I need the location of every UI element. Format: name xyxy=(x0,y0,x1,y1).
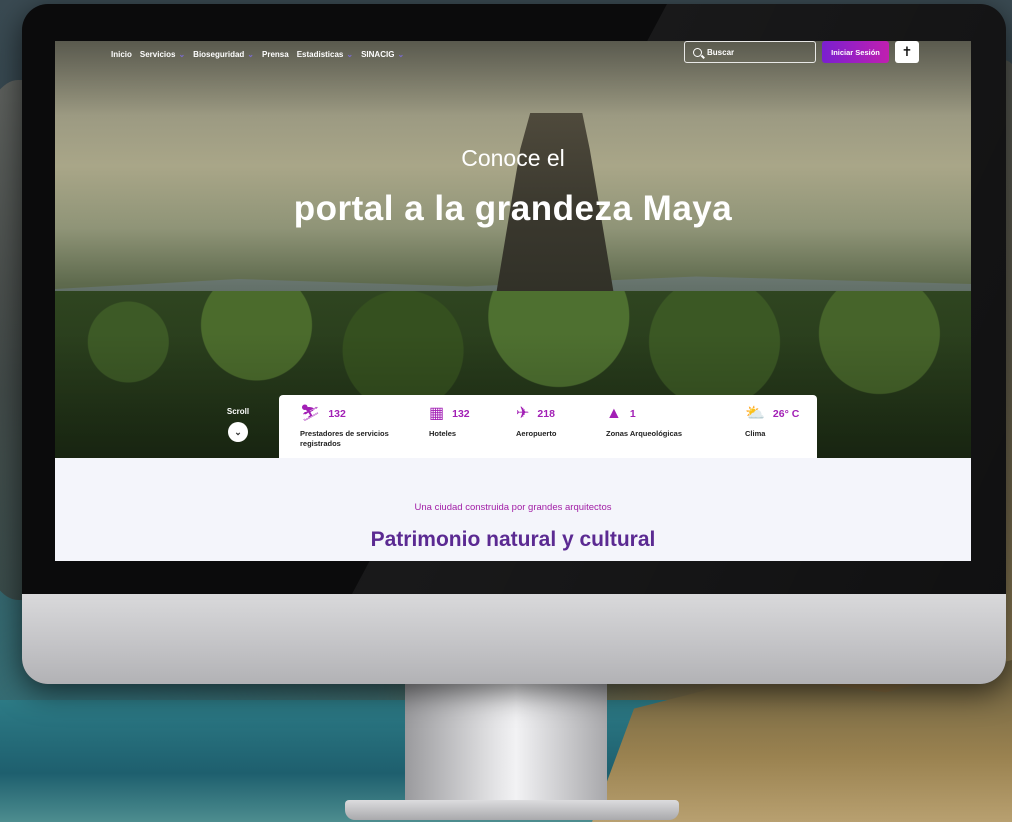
stat-label: Clima xyxy=(745,429,766,438)
hotel-building-icon: ▦ xyxy=(429,405,445,422)
hero-title: portal a la grandeza Maya xyxy=(293,189,733,228)
monitor-chin xyxy=(22,594,1006,684)
nav-item-servicios[interactable]: Servicios ⌄ xyxy=(140,50,185,59)
monitor-stand-neck xyxy=(405,684,607,808)
stat-hoteles: ▦ 132 Hoteles xyxy=(429,405,470,439)
stat-aeropuerto: ✈ 218 Aeropuerto xyxy=(516,405,556,439)
hero-subtitle: Conoce el xyxy=(461,145,565,171)
stat-clima: ⛅ 26° C Clima xyxy=(745,405,799,439)
hero-section: Inicio Servicios ⌄ Bioseguridad ⌄ Prensa E… xyxy=(55,41,971,458)
search-placeholder: Buscar xyxy=(707,47,735,57)
main-nav: Inicio Servicios ⌄ Bioseguridad ⌄ Prensa E… xyxy=(111,44,412,64)
stat-value: 1 xyxy=(629,408,636,420)
stat-label: Zonas Arqueológicas xyxy=(606,429,682,438)
stat-value: 26° C xyxy=(772,408,800,420)
chevron-down-icon: ⌄ xyxy=(178,49,186,59)
website-screen: Inicio Servicios ⌄ Bioseguridad ⌄ Prensa E… xyxy=(55,41,971,561)
nav-item-label: Estadisticas xyxy=(296,49,344,59)
stat-prestadores: ⛷ 132 Prestadores de servicios registrad… xyxy=(300,405,390,449)
stat-label: Hoteles xyxy=(429,429,457,438)
nav-item-label: Bioseguridad xyxy=(193,49,245,59)
nav-item-inicio[interactable]: Inicio xyxy=(111,50,132,59)
pyramid-icon: ▲ xyxy=(606,405,622,422)
scroll-down-button[interactable]: ⌄ xyxy=(228,422,248,442)
nav-item-sinacig[interactable]: SINACIG ⌄ xyxy=(361,50,404,59)
chevron-down-icon: ⌄ xyxy=(397,49,405,59)
section-title: Patrimonio natural y cultural xyxy=(370,528,656,551)
nav-item-bioseguridad[interactable]: Bioseguridad ⌄ xyxy=(193,50,254,59)
accessibility-person-icon: ✝ xyxy=(901,44,913,59)
search-icon xyxy=(693,47,702,57)
background-cliff xyxy=(592,660,1012,822)
login-button[interactable]: Iniciar Sesión xyxy=(822,41,889,63)
nav-item-estadisticas[interactable]: Estadisticas ⌄ xyxy=(297,50,353,59)
guide-person-icon: ⛷ xyxy=(300,405,321,422)
nav-item-label: SINACIG xyxy=(361,49,395,59)
nav-item-label: Inicio xyxy=(111,49,132,59)
monitor-stand-base xyxy=(345,800,679,820)
nav-item-label: Prensa xyxy=(262,49,289,59)
stats-bar: ⛷ 132 Prestadores de servicios registrad… xyxy=(279,395,817,458)
nav-item-label: Servicios xyxy=(139,49,176,59)
airplane-icon: ✈ xyxy=(516,405,530,422)
search-input[interactable]: Buscar xyxy=(684,41,816,63)
heritage-section: Una ciudad construida por grandes arquit… xyxy=(55,458,971,561)
chevron-down-icon: ⌄ xyxy=(234,426,242,437)
stat-value: 218 xyxy=(537,408,555,420)
chevron-down-icon: ⌄ xyxy=(247,49,254,59)
stat-value: 132 xyxy=(452,408,470,420)
sun-cloud-icon: ⛅ xyxy=(745,405,765,422)
stat-label: Prestadores de servicios registrados xyxy=(300,429,389,448)
stat-value: 132 xyxy=(328,408,346,420)
stat-label: Aeropuerto xyxy=(516,429,557,438)
accessibility-button[interactable]: ✝ xyxy=(895,41,919,63)
scroll-label: Scroll xyxy=(226,407,250,416)
stat-zonas: ▲ 1 Zonas Arqueológicas xyxy=(606,405,682,439)
nav-item-prensa[interactable]: Prensa xyxy=(262,50,289,59)
section-kicker: Una ciudad construida por grandes arquit… xyxy=(414,502,612,513)
scroll-indicator: Scroll ⌄ xyxy=(224,407,252,442)
chevron-down-icon: ⌄ xyxy=(346,49,354,59)
